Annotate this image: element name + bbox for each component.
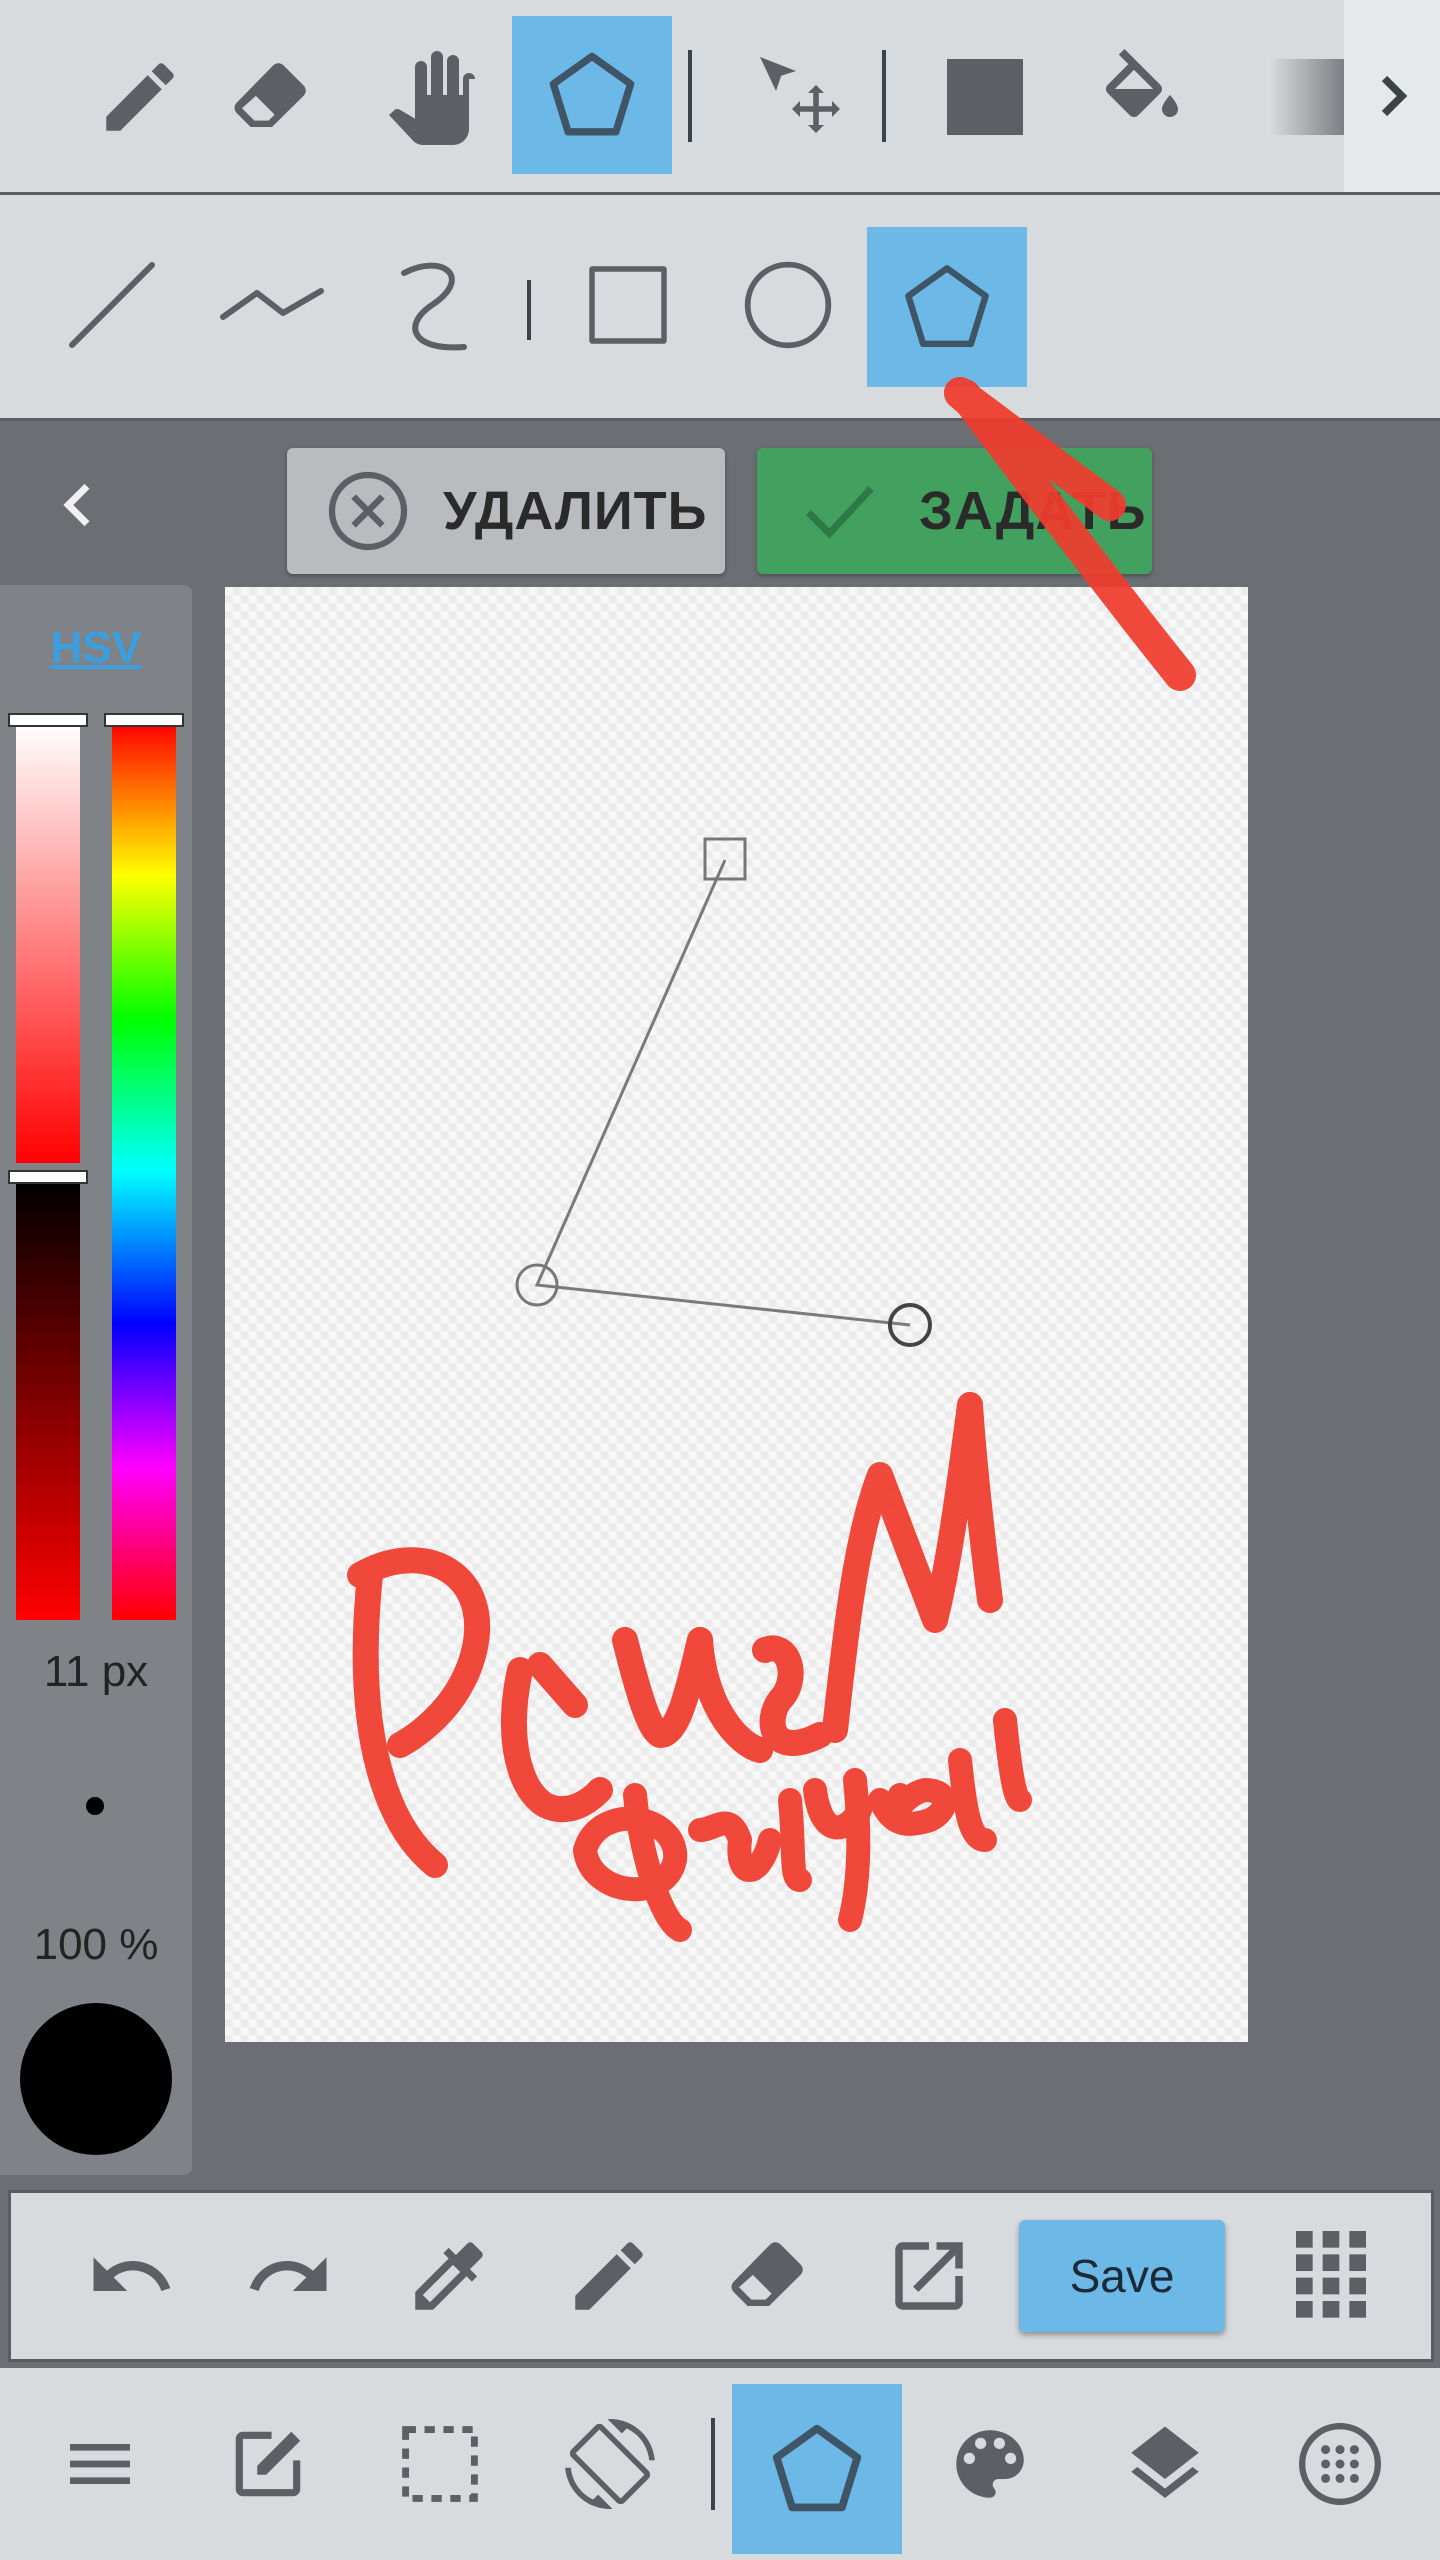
saturation-slider[interactable] xyxy=(16,723,80,1163)
redo-button[interactable] xyxy=(209,2201,369,2351)
eyedropper-button[interactable] xyxy=(369,2201,529,2351)
hue-slider[interactable] xyxy=(112,723,176,1620)
hsv-mode-link[interactable]: HSV xyxy=(0,623,192,673)
drawing-canvas[interactable] xyxy=(225,587,1248,2042)
open-external-icon xyxy=(895,2242,963,2310)
layers-button[interactable] xyxy=(1085,2384,1245,2544)
shape-tool[interactable] xyxy=(512,16,672,174)
pentagon-icon xyxy=(905,265,989,348)
chevron-right-icon xyxy=(1381,75,1408,117)
eraser-button[interactable] xyxy=(689,2201,849,2351)
polyline-icon xyxy=(220,288,324,320)
delete-button[interactable]: УДАЛИТЬ xyxy=(287,448,725,574)
dotted-circle-icon xyxy=(1299,2423,1381,2505)
polygon-in-progress[interactable] xyxy=(225,587,1248,2042)
current-color-swatch[interactable] xyxy=(20,2003,172,2155)
pentagon-icon xyxy=(772,2424,862,2512)
pencil-icon xyxy=(575,2242,643,2310)
palette-button[interactable] xyxy=(910,2384,1070,2544)
check-icon xyxy=(806,486,874,539)
main-toolbar xyxy=(0,0,1440,195)
shape-toolbar xyxy=(0,195,1440,421)
opacity-label[interactable]: 100 % xyxy=(0,1920,192,1970)
edit-box-icon xyxy=(235,2431,301,2497)
move-selection-icon xyxy=(760,57,840,133)
palette-icon xyxy=(956,2430,1024,2498)
rectangle-icon xyxy=(589,266,667,344)
save-button[interactable]: Save xyxy=(1019,2220,1225,2332)
layers-icon xyxy=(1131,2426,1199,2499)
brush-size-preview xyxy=(86,1797,104,1815)
brush-size-label[interactable]: 11 px xyxy=(0,1647,192,1697)
confirm-button[interactable]: ЗАДАТЬ xyxy=(757,448,1152,574)
polyline-shape-tool[interactable] xyxy=(192,225,352,385)
redo-icon xyxy=(249,2257,327,2291)
menu-button[interactable] xyxy=(20,2384,180,2544)
confirm-label: ЗАДАТЬ xyxy=(919,481,1147,541)
nav-divider xyxy=(711,2418,715,2510)
color-panel: HSV 11 px 100 % xyxy=(0,585,192,2175)
undo-icon xyxy=(93,2257,171,2291)
hamburger-menu-icon xyxy=(70,2444,130,2484)
curve-shape-tool[interactable] xyxy=(352,225,512,385)
close-circle-icon xyxy=(328,471,408,551)
export-button[interactable] xyxy=(849,2201,1009,2351)
pentagon-icon xyxy=(549,52,635,136)
brightness-slider[interactable] xyxy=(16,1180,80,1620)
more-tools-button[interactable] xyxy=(1344,0,1440,192)
save-label: Save xyxy=(1069,2250,1175,2302)
hand-tool[interactable] xyxy=(353,18,513,176)
dashed-selection-icon xyxy=(402,2426,478,2502)
eraser-icon xyxy=(234,63,306,127)
eyedropper-icon xyxy=(415,2242,483,2310)
collapse-panel-button[interactable] xyxy=(40,455,120,555)
fill-rect-tool[interactable] xyxy=(905,18,1065,176)
rectangle-shape-tool[interactable] xyxy=(548,225,708,385)
bucket-tool[interactable] xyxy=(1062,18,1222,176)
start-vertex-handle xyxy=(703,837,747,881)
brightness-handle[interactable] xyxy=(8,1170,88,1184)
shape-mode-button[interactable] xyxy=(732,2384,902,2554)
ellipse-shape-tool[interactable] xyxy=(708,225,868,385)
select-move-tool[interactable] xyxy=(720,18,880,176)
hue-handle[interactable] xyxy=(104,713,184,727)
more-options-button[interactable] xyxy=(1251,2201,1411,2351)
edit-document-button[interactable] xyxy=(188,2384,348,2544)
toolbar-divider xyxy=(882,50,886,142)
pencil-icon xyxy=(106,63,174,131)
line-icon xyxy=(69,262,155,348)
shape-toolbar-divider xyxy=(527,280,531,340)
paint-bucket-icon xyxy=(1105,49,1178,118)
pencil-button[interactable] xyxy=(529,2201,689,2351)
toolbar-divider xyxy=(688,50,692,142)
delete-label: УДАЛИТЬ xyxy=(443,481,708,541)
filled-square-icon xyxy=(947,59,1023,135)
hand-icon xyxy=(389,51,475,145)
eraser-tool[interactable] xyxy=(192,18,352,176)
grid-dots-icon xyxy=(1296,2231,1366,2318)
line-shape-tool[interactable] xyxy=(32,225,192,385)
circle-icon xyxy=(744,261,832,349)
grid-settings-button[interactable] xyxy=(1260,2384,1420,2544)
selection-button[interactable] xyxy=(360,2384,520,2544)
saturation-handle[interactable] xyxy=(8,713,88,727)
eraser-icon xyxy=(731,2242,803,2306)
bottom-navigation xyxy=(0,2368,1440,2560)
screen-rotation-icon xyxy=(565,2419,655,2509)
polygon-shape-tool[interactable] xyxy=(867,227,1027,387)
curve-icon xyxy=(401,262,467,351)
chevron-left-icon xyxy=(63,483,90,527)
rotate-canvas-button[interactable] xyxy=(530,2384,690,2544)
edit-toolbar: Save xyxy=(8,2190,1434,2362)
undo-button[interactable] xyxy=(51,2201,211,2351)
